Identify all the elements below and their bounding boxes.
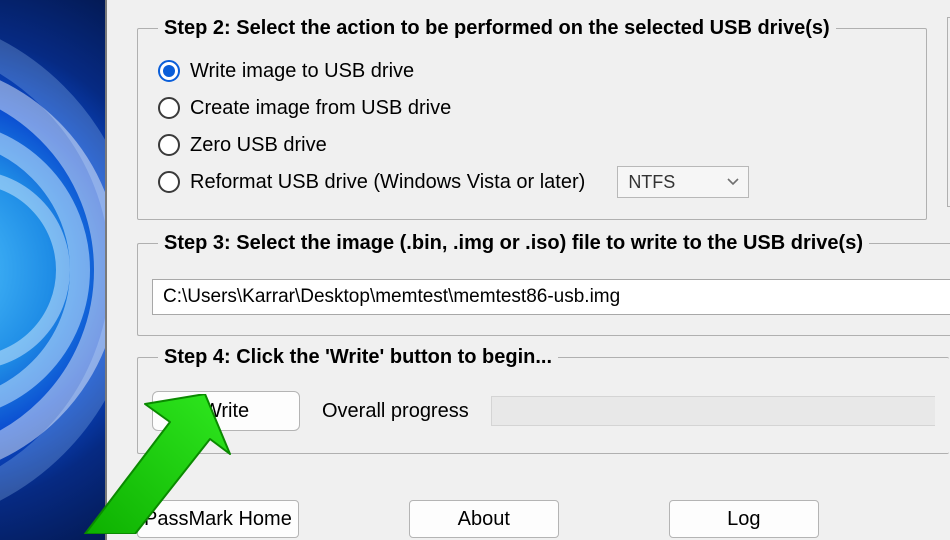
- radio-reformat-drive[interactable]: Reformat USB drive (Windows Vista or lat…: [158, 166, 912, 198]
- step4-legend: Step 4: Click the 'Write' button to begi…: [158, 346, 558, 369]
- overall-progress-label: Overall progress: [322, 400, 469, 423]
- radio-icon: [158, 171, 180, 193]
- image-path-value: C:\Users\Karrar\Desktop\memtest\memtest8…: [163, 286, 620, 308]
- radio-zero-drive[interactable]: Zero USB drive: [158, 129, 912, 161]
- filesystem-select[interactable]: NTFS: [617, 166, 749, 198]
- desktop-wallpaper: [0, 0, 105, 540]
- log-button[interactable]: Log: [669, 500, 819, 538]
- passmark-home-button[interactable]: PassMark Home: [137, 500, 299, 538]
- app-window: Step 2: Select the action to be performe…: [105, 0, 950, 540]
- step3-legend: Step 3: Select the image (.bin, .img or …: [158, 232, 869, 255]
- step2-legend: Step 2: Select the action to be performe…: [158, 17, 836, 40]
- radio-write-image[interactable]: Write image to USB drive: [158, 55, 912, 87]
- image-path-field[interactable]: C:\Users\Karrar\Desktop\memtest\memtest8…: [152, 279, 950, 315]
- radio-create-image[interactable]: Create image from USB drive: [158, 92, 912, 124]
- step2-groupbox: Step 2: Select the action to be performe…: [137, 17, 927, 220]
- radio-icon: [158, 134, 180, 156]
- radio-icon: [158, 97, 180, 119]
- overall-progress-bar: [491, 396, 935, 426]
- radio-icon: [158, 60, 180, 82]
- radio-label: Create image from USB drive: [190, 97, 451, 120]
- footer-buttons: PassMark Home About Log: [137, 500, 949, 538]
- step3-groupbox: Step 3: Select the image (.bin, .img or …: [137, 232, 950, 336]
- radio-label: Write image to USB drive: [190, 60, 414, 83]
- filesystem-select-value: NTFS: [628, 172, 675, 193]
- write-button[interactable]: Write: [152, 391, 300, 431]
- chevron-down-icon: [726, 175, 740, 189]
- about-button[interactable]: About: [409, 500, 559, 538]
- radio-label: Zero USB drive: [190, 134, 327, 157]
- radio-label: Reformat USB drive (Windows Vista or lat…: [190, 171, 585, 194]
- step4-groupbox: Step 4: Click the 'Write' button to begi…: [137, 346, 949, 454]
